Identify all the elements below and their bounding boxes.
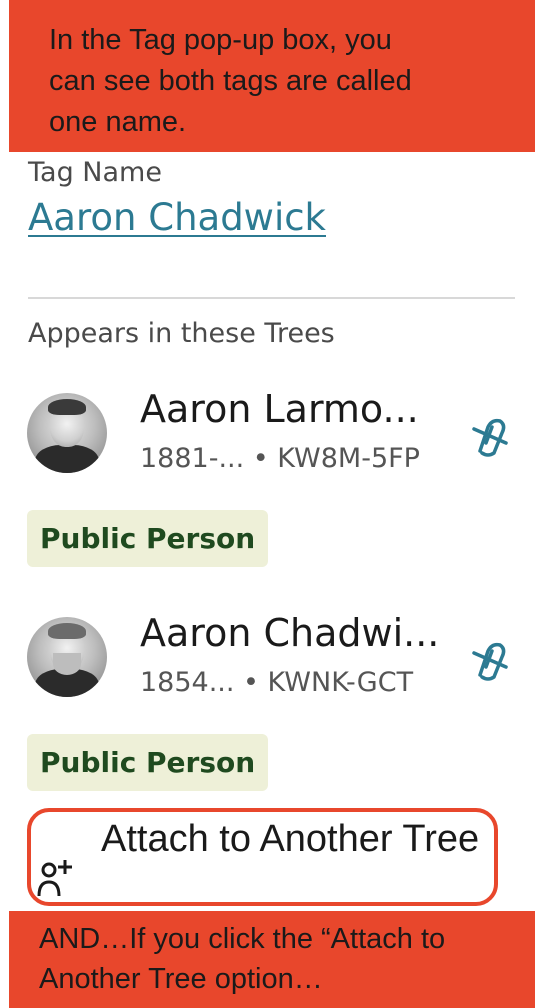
annotation-banner-bottom: AND…If you click the “Attach to Another …	[9, 911, 535, 1008]
tree-person-card[interactable]: Aaron Larmo... 1881-... • KW8M-5FP	[0, 387, 546, 493]
annotation-line: In the Tag pop-up box, you	[49, 24, 392, 56]
annotation-line: Another Tree option…	[39, 963, 323, 995]
section-title: Appears in these Trees	[28, 318, 335, 349]
attach-label: Attach to Another Tree	[101, 818, 480, 860]
avatar	[27, 617, 107, 697]
add-person-icon	[37, 852, 77, 897]
tree-person-card[interactable]: Aaron Chadwi... 1854... • KWNK-GCT	[0, 611, 546, 717]
avatar	[27, 393, 107, 473]
unlink-icon[interactable]	[470, 413, 510, 457]
annotation-banner-top: In the Tag pop-up box, you can see both …	[9, 0, 535, 152]
annotation-line: one name.	[49, 106, 187, 138]
public-person-badge: Public Person	[27, 510, 269, 567]
person-meta: 1854... • KWNK-GCT	[140, 667, 414, 698]
unlink-icon[interactable]	[470, 637, 510, 681]
attach-to-another-tree-button[interactable]: Attach to Another Tree	[27, 808, 498, 906]
public-person-badge: Public Person	[27, 734, 269, 791]
tag-name-label: Tag Name	[28, 157, 162, 188]
annotation-line: AND…If you click the “Attach to	[39, 923, 446, 955]
divider	[28, 297, 515, 299]
person-name: Aaron Chadwi...	[140, 611, 440, 655]
tag-name-link[interactable]: Aaron Chadwick	[28, 196, 326, 239]
person-meta: 1881-... • KW8M-5FP	[140, 443, 420, 474]
annotation-line: can see both tags are called	[49, 65, 412, 97]
person-name: Aaron Larmo...	[140, 387, 419, 431]
